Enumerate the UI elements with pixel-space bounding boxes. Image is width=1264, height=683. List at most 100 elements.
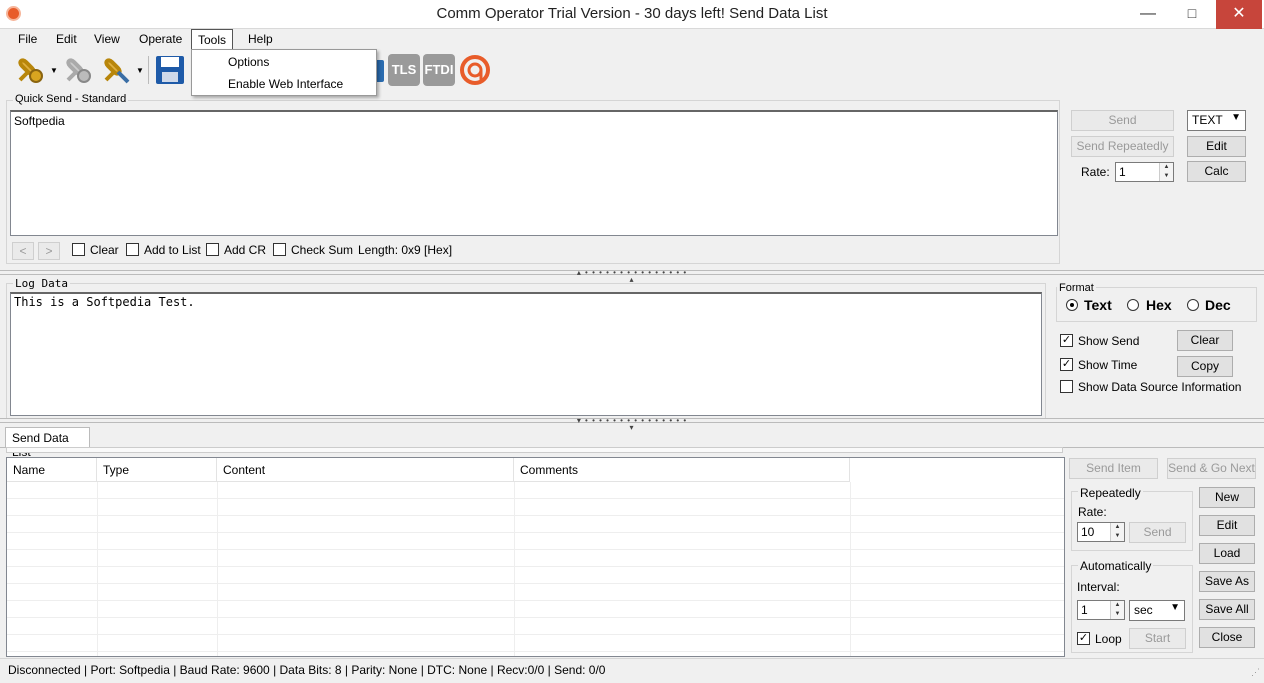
window-title: Comm Operator Trial Version - 30 days le… — [436, 5, 828, 22]
menu-item-enable-web-interface[interactable]: Enable Web Interface — [193, 74, 375, 94]
send-mode-select[interactable]: TEXT ▼ — [1187, 110, 1246, 131]
menu-item-options[interactable]: Options — [193, 52, 375, 72]
tools-dropdown: Options Enable Web Interface — [191, 49, 377, 96]
splitter-top[interactable]: ▴ • • • • • • • • • • • • • • • ▴ — [0, 269, 1264, 284]
show-source-checkbox[interactable] — [1060, 380, 1073, 393]
column-header-comments[interactable]: Comments — [514, 458, 850, 482]
chevron-down-icon[interactable]: ▼ — [136, 66, 144, 75]
show-send-label: Show Send — [1078, 334, 1140, 348]
resize-grip-icon[interactable]: ⋰ — [1251, 667, 1260, 678]
rate-value: 1 — [1119, 165, 1126, 179]
log-clear-button[interactable]: Clear — [1177, 330, 1233, 351]
format-label: Format — [1057, 282, 1096, 294]
list-rate-value: 10 — [1081, 525, 1095, 539]
maximize-button[interactable]: □ — [1172, 0, 1212, 29]
save-icon[interactable] — [154, 54, 186, 86]
disconnect-icon[interactable] — [62, 54, 94, 86]
list-header-bar — [6, 447, 1063, 453]
ftdi-icon[interactable]: FTDI — [423, 54, 455, 86]
add-cr-checkbox[interactable] — [206, 243, 219, 256]
check-sum-checkbox[interactable] — [273, 243, 286, 256]
interval-unit-select[interactable]: sec ▼ — [1129, 600, 1185, 621]
menu-tools[interactable]: Tools — [191, 29, 234, 50]
menu-view[interactable]: View — [88, 31, 126, 49]
list-rate-spinner[interactable]: 10 ▲ ▼ — [1077, 522, 1125, 542]
table-row[interactable] — [7, 635, 1064, 652]
interval-unit-value: sec — [1134, 603, 1153, 617]
show-time-checkbox[interactable]: ✓ — [1060, 358, 1073, 371]
format-text-label: Text — [1084, 297, 1112, 313]
start-button[interactable]: Start — [1129, 628, 1186, 649]
show-send-checkbox[interactable]: ✓ — [1060, 334, 1073, 347]
column-header-name[interactable]: Name — [7, 458, 97, 482]
log-output[interactable]: This is a Softpedia Test. — [10, 292, 1042, 416]
rate-spinner[interactable]: 1 ▲ ▼ — [1115, 162, 1174, 182]
add-cr-label: Add CR — [224, 243, 267, 257]
spin-arrows-icon[interactable]: ▲ ▼ — [1159, 163, 1173, 181]
edit-button[interactable]: Edit — [1187, 136, 1246, 157]
interval-label: Interval: — [1077, 580, 1120, 594]
splitter-grip-icon: ▾ • • • • • • • • • • • • • • • ▾ — [576, 416, 688, 432]
table-row[interactable] — [7, 584, 1064, 601]
add-to-list-checkbox[interactable] — [126, 243, 139, 256]
format-text-radio[interactable] — [1066, 299, 1078, 311]
table-row[interactable] — [7, 567, 1064, 584]
port-config-icon[interactable] — [100, 54, 132, 86]
quick-send-input[interactable]: Softpedia — [10, 110, 1058, 236]
repeat-send-button[interactable]: Send — [1129, 522, 1186, 543]
menu-edit[interactable]: Edit — [50, 31, 83, 49]
new-button[interactable]: New — [1199, 487, 1255, 508]
log-copy-button[interactable]: Copy — [1177, 356, 1233, 377]
format-hex-radio[interactable] — [1127, 299, 1139, 311]
next-button[interactable]: > — [38, 242, 60, 260]
about-icon[interactable] — [459, 54, 491, 86]
load-button[interactable]: Load — [1199, 543, 1255, 564]
table-row[interactable] — [7, 550, 1064, 567]
table-row[interactable] — [7, 482, 1064, 499]
format-dec-radio[interactable] — [1187, 299, 1199, 311]
send-item-button[interactable]: Send Item — [1069, 458, 1158, 479]
loop-label: Loop — [1095, 632, 1122, 646]
automatically-label: Automatically — [1078, 559, 1154, 573]
send-data-grid[interactable]: Name Type Content Comments — [6, 457, 1065, 657]
splitter-bottom[interactable]: ▾ • • • • • • • • • • • • • • • ▾ — [0, 416, 1264, 432]
check-sum-label: Check Sum — [291, 243, 354, 257]
toolbar: ▼ ▼ TLS FTDI — [0, 50, 1264, 92]
tls-icon[interactable]: TLS — [388, 54, 420, 86]
show-source-label: Show Data Source Information — [1078, 380, 1242, 394]
quick-send-label: Quick Send - Standard — [13, 93, 129, 105]
minimize-button[interactable]: — — [1128, 0, 1168, 29]
loop-checkbox[interactable]: ✓ — [1077, 632, 1090, 645]
rate-label: Rate: — [1081, 165, 1110, 179]
table-row[interactable] — [7, 499, 1064, 516]
close-window-button[interactable]: ✕ — [1216, 0, 1262, 29]
send-go-next-button[interactable]: Send & Go Next — [1167, 458, 1256, 479]
table-row[interactable] — [7, 618, 1064, 635]
prev-button[interactable]: < — [12, 242, 34, 260]
add-to-list-label: Add to List — [144, 243, 201, 257]
list-close-button[interactable]: Close — [1199, 627, 1255, 648]
send-repeatedly-button[interactable]: Send Repeatedly — [1071, 136, 1174, 157]
table-row[interactable] — [7, 516, 1064, 533]
column-header-content[interactable]: Content — [217, 458, 514, 482]
chevron-down-icon[interactable]: ▼ — [50, 66, 58, 75]
connect-icon[interactable] — [14, 54, 46, 86]
list-edit-button[interactable]: Edit — [1199, 515, 1255, 536]
table-row[interactable] — [7, 533, 1064, 550]
save-as-button[interactable]: Save As — [1199, 571, 1255, 592]
menu-file[interactable]: File — [12, 31, 43, 49]
send-button[interactable]: Send — [1071, 110, 1174, 131]
clear-checkbox[interactable] — [72, 243, 85, 256]
menu-operate[interactable]: Operate — [133, 31, 188, 49]
save-all-button[interactable]: Save All — [1199, 599, 1255, 620]
spin-arrows-icon[interactable]: ▲ ▼ — [1110, 523, 1124, 541]
interval-value: 1 — [1081, 603, 1088, 617]
column-header-type[interactable]: Type — [97, 458, 217, 482]
menu-help[interactable]: Help — [242, 31, 279, 49]
table-row[interactable] — [7, 601, 1064, 618]
spin-arrows-icon[interactable]: ▲ ▼ — [1110, 601, 1124, 619]
format-dec-label: Dec — [1205, 297, 1231, 313]
tab-send-data-list[interactable]: Send Data List — [5, 427, 90, 459]
interval-spinner[interactable]: 1 ▲ ▼ — [1077, 600, 1125, 620]
calc-button[interactable]: Calc — [1187, 161, 1246, 182]
